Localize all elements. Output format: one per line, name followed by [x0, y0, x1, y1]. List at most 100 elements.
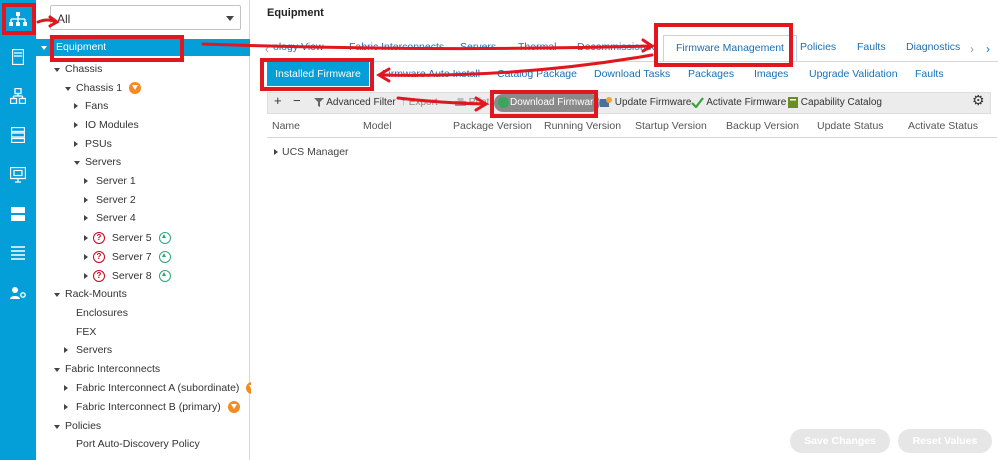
- tree-item-psus[interactable]: PSUs: [74, 136, 112, 153]
- tree-item-server-1[interactable]: Server 1: [84, 173, 136, 190]
- expand-arrow-icon[interactable]: [64, 404, 68, 410]
- tree-item-chassis-1[interactable]: Chassis 1: [65, 80, 142, 97]
- collapse-arrow-icon[interactable]: [54, 68, 60, 72]
- chevron-right-icon[interactable]: ›: [986, 42, 990, 56]
- collapse-arrow-icon[interactable]: [41, 46, 47, 50]
- san-icon[interactable]: [8, 126, 28, 144]
- admin-icon[interactable]: [8, 284, 28, 302]
- expand-arrow-icon[interactable]: [74, 141, 78, 147]
- main-panel: Equipment ‹ ology View Fabric Interconne…: [251, 0, 998, 460]
- header-divider: [267, 137, 997, 138]
- settings-gear-icon[interactable]: ⚙: [972, 93, 985, 107]
- update-firmware-button[interactable]: Update Firmware: [600, 96, 691, 110]
- servers-icon[interactable]: [8, 48, 28, 66]
- tree-item-chassis[interactable]: Chassis: [54, 61, 102, 78]
- expand-arrow-icon[interactable]: [274, 149, 278, 155]
- filter-value: All: [57, 12, 71, 26]
- column-header-startup-version[interactable]: Startup Version: [635, 120, 707, 132]
- tree-item-equipment[interactable]: Equipment: [36, 39, 250, 56]
- tab-fabric-interconnects[interactable]: Fabric Interconnects: [349, 41, 444, 53]
- tree-item-port-auto-discovery-policy[interactable]: Port Auto-Discovery Policy: [76, 436, 200, 453]
- tab-faults[interactable]: Faults: [857, 41, 886, 53]
- chevron-down-icon[interactable]: [226, 16, 234, 21]
- expand-arrow-icon[interactable]: [64, 347, 68, 353]
- storage-icon[interactable]: [8, 205, 28, 223]
- expand-arrow-icon[interactable]: [84, 254, 88, 260]
- capability-catalog-button[interactable]: Capability Catalog: [788, 96, 882, 110]
- column-header-activate-status[interactable]: Activate Status: [908, 120, 978, 132]
- filter-dropdown[interactable]: All: [50, 5, 241, 30]
- add-button[interactable]: +: [274, 94, 282, 108]
- tree-item-policies[interactable]: Policies: [54, 418, 101, 435]
- checkmark-icon: [691, 97, 704, 109]
- subtab-catalog-package[interactable]: Catalog Package: [497, 68, 577, 80]
- tree-item-server-4[interactable]: Server 4: [84, 210, 136, 227]
- table-row[interactable]: UCS Manager: [274, 144, 349, 161]
- upgrade-available-icon: [158, 251, 171, 264]
- expand-arrow-icon[interactable]: [84, 235, 88, 241]
- expand-arrow-icon[interactable]: [64, 385, 68, 391]
- subtab-firmware-auto-install[interactable]: Firmware Auto Install: [382, 68, 480, 80]
- vm-icon[interactable]: [8, 166, 28, 184]
- lan-icon[interactable]: [8, 87, 28, 105]
- expand-arrow-icon[interactable]: [74, 103, 78, 109]
- collapse-arrow-icon[interactable]: [65, 87, 71, 91]
- column-header-model[interactable]: Model: [363, 120, 392, 132]
- print-button[interactable]: Print: [455, 96, 489, 110]
- tab-diagnostics[interactable]: Diagnostics: [906, 41, 960, 53]
- advanced-filter-button[interactable]: Advanced Filter: [314, 96, 396, 110]
- tree-item-fabric-interconnects[interactable]: Fabric Interconnects: [54, 361, 160, 378]
- tab-decommissioned[interactable]: Decommissioned: [577, 41, 658, 53]
- tree-item-fabric-interconnect-b[interactable]: Fabric Interconnect B (primary): [64, 399, 240, 416]
- tree-item-server-5[interactable]: ? Server 5: [84, 230, 171, 247]
- collapse-arrow-icon[interactable]: [54, 293, 60, 297]
- download-icon: [498, 97, 509, 108]
- tree-item-servers[interactable]: Servers: [74, 154, 121, 171]
- equipment-icon[interactable]: [8, 10, 28, 28]
- column-header-running-version[interactable]: Running Version: [544, 120, 621, 132]
- expand-arrow-icon[interactable]: [84, 178, 88, 184]
- chevron-right-icon[interactable]: ›: [970, 42, 974, 56]
- tree-item-server-8[interactable]: ? Server 8: [84, 268, 171, 285]
- remove-button[interactable]: −: [293, 94, 301, 108]
- subtab-installed-firmware[interactable]: Installed Firmware: [267, 62, 369, 86]
- tree-item-server-7[interactable]: ? Server 7: [84, 249, 171, 266]
- save-changes-button[interactable]: Save Changes: [790, 429, 890, 453]
- tree-item-fex[interactable]: FEX: [76, 324, 96, 341]
- column-header-package-version[interactable]: Package Version: [453, 120, 532, 132]
- expand-arrow-icon[interactable]: [84, 197, 88, 203]
- expand-arrow-icon[interactable]: [84, 273, 88, 279]
- expand-arrow-icon[interactable]: [74, 122, 78, 128]
- subtab-upgrade-validation[interactable]: Upgrade Validation: [809, 68, 898, 80]
- collapse-arrow-icon[interactable]: [54, 425, 60, 429]
- export-button[interactable]: ↑ Export: [401, 96, 438, 110]
- tree-item-enclosures[interactable]: Enclosures: [76, 305, 128, 322]
- chassis-list-icon[interactable]: [8, 244, 28, 262]
- tree-item-fabric-interconnect-a[interactable]: Fabric Interconnect A (subordinate): [64, 380, 259, 397]
- tree-item-io-modules[interactable]: IO Modules: [74, 117, 139, 134]
- tab-policies[interactable]: Policies: [800, 41, 836, 53]
- subtab-download-tasks[interactable]: Download Tasks: [594, 68, 670, 80]
- tree-item-server-2[interactable]: Server 2: [84, 192, 136, 209]
- tab-thermal[interactable]: Thermal: [518, 41, 557, 53]
- column-header-update-status[interactable]: Update Status: [817, 120, 884, 132]
- tree-item-fans[interactable]: Fans: [74, 98, 108, 115]
- subtab-packages[interactable]: Packages: [688, 68, 734, 80]
- expand-arrow-icon[interactable]: [84, 215, 88, 221]
- subtab-faults[interactable]: Faults: [915, 68, 944, 80]
- page-title: Equipment: [267, 7, 324, 19]
- reset-values-button[interactable]: Reset Values: [898, 429, 992, 453]
- tab-servers[interactable]: Servers: [460, 41, 496, 53]
- chevron-left-icon[interactable]: ‹: [265, 42, 269, 56]
- column-header-backup-version[interactable]: Backup Version: [726, 120, 799, 132]
- collapse-arrow-icon[interactable]: [74, 161, 80, 165]
- collapse-arrow-icon[interactable]: [54, 368, 60, 372]
- tab-firmware-management[interactable]: Firmware Management: [663, 35, 797, 62]
- column-header-name[interactable]: Name: [272, 120, 300, 132]
- activate-firmware-button[interactable]: Activate Firmware: [691, 96, 786, 110]
- download-firmware-button[interactable]: Download Firmware: [494, 94, 600, 112]
- tree-item-rack-mounts[interactable]: Rack-Mounts: [54, 286, 127, 303]
- subtab-images[interactable]: Images: [754, 68, 788, 80]
- tab-topology-view[interactable]: ology View: [273, 41, 324, 53]
- tree-item-rack-servers[interactable]: Servers: [64, 342, 112, 359]
